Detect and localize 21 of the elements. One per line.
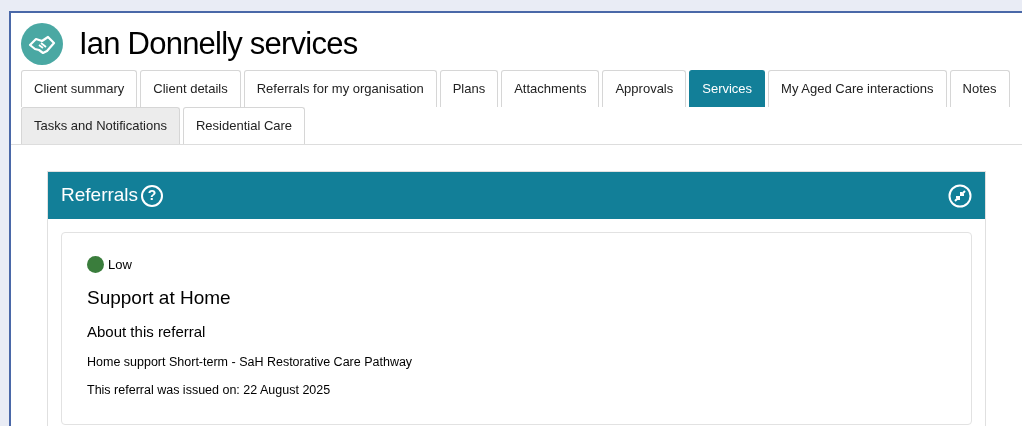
tab[interactable]: Approvals — [602, 70, 687, 107]
tab[interactable]: Tasks and Notifications — [21, 107, 180, 144]
handshake-icon — [21, 23, 63, 65]
priority-label: Low — [108, 256, 132, 274]
referral-subtitle: About this referral — [87, 322, 207, 342]
issued-date-text: This referral was issued on: 22 August 2025 — [87, 382, 332, 400]
collapse-icon[interactable] — [948, 183, 972, 208]
tab[interactable]: Notes — [949, 70, 1010, 107]
tab[interactable]: Client details — [140, 70, 241, 107]
tab[interactable]: Client summary — [21, 70, 138, 107]
tab[interactable]: Referrals for my organisation — [243, 70, 437, 107]
tab[interactable]: Residential Care — [182, 107, 306, 144]
tab[interactable]: Attachments — [501, 70, 600, 107]
page-title: Ian Donnelly services — [79, 24, 358, 63]
help-button[interactable]: ? — [141, 184, 164, 207]
tab[interactable]: My Aged Care interactions — [768, 70, 947, 107]
service-text: Home support Short-term - SaH Restorative Care Pathway — [87, 353, 414, 371]
tab[interactable]: Services — [689, 70, 766, 107]
referral-title: Support at Home — [87, 285, 232, 310]
tab[interactable]: Plans — [439, 70, 499, 107]
panel-title: Referrals — [61, 183, 139, 208]
